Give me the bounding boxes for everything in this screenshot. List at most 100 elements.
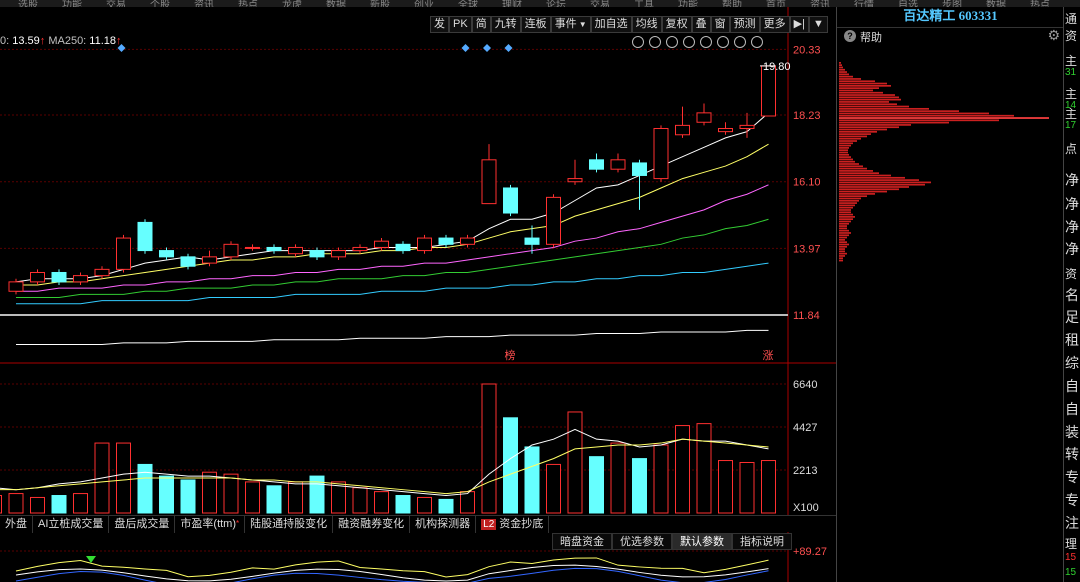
price-tick-label: 18.23: [793, 110, 821, 122]
side-item[interactable]: 自: [1065, 399, 1079, 419]
top-menu-item[interactable]: 资讯: [194, 0, 214, 7]
side-item[interactable]: 净: [1065, 194, 1079, 214]
toolbar-button[interactable]: 复权: [661, 16, 692, 33]
indicator-tab[interactable]: 陆股通持股变化: [245, 516, 334, 533]
pin-icon[interactable]: ▶|: [789, 16, 809, 33]
top-menu-item[interactable]: 选股: [18, 0, 38, 7]
toolbar-button[interactable]: 发: [430, 16, 449, 33]
top-menu-item[interactable]: 创业: [414, 0, 434, 7]
side-item[interactable]: 自: [1065, 376, 1079, 396]
side-item[interactable]: 15: [1065, 552, 1076, 563]
toolbar-button[interactable]: 简: [471, 16, 491, 33]
hand-icon[interactable]: [666, 36, 678, 48]
toolbar-button[interactable]: 加自选: [590, 16, 632, 33]
candle-up: [116, 237, 131, 270]
volume-profile-bar: [839, 82, 887, 85]
top-menu-item[interactable]: 首页: [766, 0, 786, 7]
indicator-tab[interactable]: 盘后成交量: [109, 516, 176, 533]
side-item[interactable]: 净: [1065, 170, 1079, 190]
side-item[interactable]: 资: [1065, 265, 1077, 282]
top-menu-item[interactable]: 热点: [1030, 0, 1050, 7]
event-diamond-icon: [483, 44, 491, 52]
event-marker: 涨: [763, 349, 774, 362]
side-item[interactable]: 租: [1065, 330, 1079, 350]
toolbar-button[interactable]: 窗: [710, 16, 730, 33]
volume-profile-bar: [839, 107, 929, 110]
side-item[interactable]: 点: [1065, 140, 1077, 157]
top-menu-item[interactable]: 功能: [678, 0, 698, 7]
top-menu-item[interactable]: 功能: [62, 0, 82, 7]
zoom-in-icon[interactable]: [734, 36, 746, 48]
kline-chart[interactable]: 20.33 18.23 16.10 13.97 11.84 19.80 榜 涨 6640 4427…: [0, 7, 836, 582]
scissors-icon[interactable]: [717, 36, 729, 48]
side-item[interactable]: 理: [1065, 535, 1077, 552]
toolbar-button[interactable]: 事件 ▼: [550, 16, 591, 33]
event-diamond-icon: [504, 44, 513, 52]
volume-profile-bar: [839, 96, 899, 99]
indicator-tab[interactable]: AI立桩成交量: [33, 516, 110, 533]
side-item[interactable]: 专: [1065, 490, 1079, 510]
candle-up: [94, 268, 110, 277]
side-item[interactable]: 净: [1065, 217, 1079, 237]
top-menu-item[interactable]: 龙虎: [282, 0, 302, 7]
top-menu-item[interactable]: 交易: [590, 0, 610, 7]
param-tab[interactable]: 指标说明: [732, 533, 792, 550]
toolbar-button[interactable]: 叠: [691, 16, 711, 33]
indicator-tab[interactable]: 融资融券变化: [333, 516, 411, 533]
top-menu-item[interactable]: 步图: [942, 0, 962, 7]
volume-profile-bar: [839, 64, 842, 66]
top-menu-item[interactable]: 自选: [898, 0, 918, 7]
side-item[interactable]: 专: [1065, 467, 1079, 487]
zoom-out-icon[interactable]: [751, 36, 763, 48]
top-menu-item[interactable]: 帮助: [722, 0, 742, 7]
indicator-tab[interactable]: 机构探测器: [410, 516, 477, 533]
top-menu-item[interactable]: 工具: [634, 0, 654, 7]
side-item[interactable]: 综: [1065, 353, 1079, 373]
eye-icon[interactable]: [649, 36, 661, 48]
param-tab[interactable]: 默认参数: [672, 533, 732, 550]
side-item[interactable]: 17: [1065, 120, 1076, 131]
ma-value: 13.59: [12, 35, 40, 47]
indicator-tab[interactable]: 外盘: [0, 516, 33, 533]
top-menu-item[interactable]: 新股: [370, 0, 390, 7]
toolbar-button[interactable]: 均线: [631, 16, 662, 33]
top-menu-item[interactable]: 个股: [150, 0, 170, 7]
toolbar-button[interactable]: 九转: [490, 16, 521, 33]
top-menu-item[interactable]: 热点: [238, 0, 258, 7]
top-menu-item[interactable]: 全球: [458, 0, 478, 7]
top-menu-item[interactable]: 论坛: [546, 0, 566, 7]
toolbar-button[interactable]: 预测: [729, 16, 760, 33]
side-item[interactable]: 通: [1065, 10, 1077, 27]
side-item[interactable]: 注: [1065, 513, 1079, 533]
side-item[interactable]: 装: [1065, 422, 1079, 442]
top-menu-item[interactable]: 资讯: [810, 0, 830, 7]
side-item[interactable]: 名: [1065, 285, 1079, 305]
dropdown-icon[interactable]: ▼: [808, 16, 828, 33]
chevron-down-icon[interactable]: ▼: [579, 20, 587, 29]
undo-icon[interactable]: [700, 36, 712, 48]
top-menu-item[interactable]: 数据: [986, 0, 1006, 7]
indicator-tab[interactable]: 市盈率(ttm)*: [175, 516, 246, 533]
side-item[interactable]: 资: [1065, 27, 1077, 44]
side-item[interactable]: 转: [1065, 444, 1079, 464]
side-item[interactable]: 净: [1065, 239, 1079, 259]
indicator-tab[interactable]: L2 资金抄底: [476, 516, 550, 533]
toolbar-button[interactable]: 更多: [759, 16, 790, 33]
volume-profile-bar: [839, 225, 847, 227]
toolbar-button[interactable]: PK: [449, 16, 472, 33]
volume-bar: [266, 485, 282, 514]
top-menu-item[interactable]: 行情: [854, 0, 874, 7]
side-item[interactable]: 15: [1065, 567, 1076, 578]
side-item[interactable]: 31: [1065, 67, 1076, 78]
side-item[interactable]: 足: [1065, 307, 1079, 327]
volume-profile-bar: [839, 114, 1014, 117]
pencil-icon[interactable]: [632, 36, 644, 48]
top-menu-item[interactable]: 理财: [502, 0, 522, 7]
toolbar-button[interactable]: 连板: [520, 16, 551, 33]
refresh-icon[interactable]: [683, 36, 695, 48]
price-tick-label: 13.97: [793, 243, 821, 255]
top-menu-item[interactable]: 交易: [106, 0, 126, 7]
param-tab[interactable]: 暗盘资金: [552, 533, 612, 550]
param-tab[interactable]: 优选参数: [612, 533, 672, 550]
top-menu-item[interactable]: 数据: [326, 0, 346, 7]
